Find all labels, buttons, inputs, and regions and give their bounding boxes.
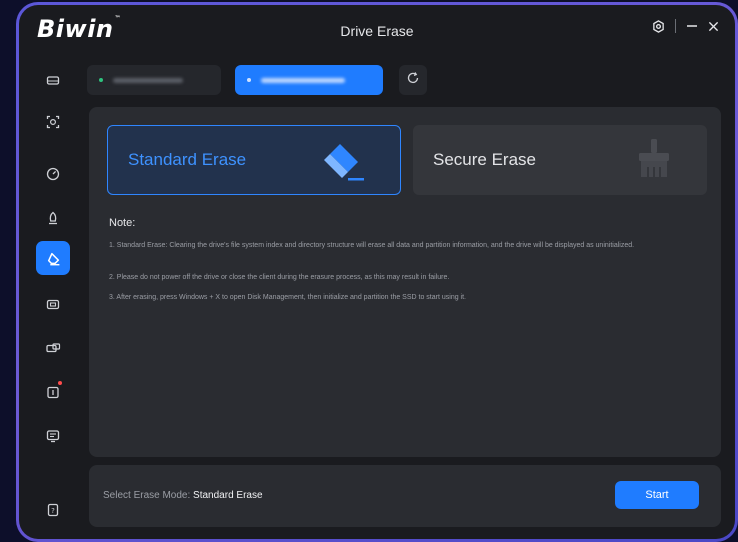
close-icon[interactable] (708, 21, 719, 32)
refresh-icon (406, 71, 420, 90)
sidebar-item-migrate[interactable] (36, 331, 70, 365)
sidebar-item-firmware[interactable] (36, 375, 70, 409)
erase-panel: Standard Erase Secure Erase Note: 1. Sta… (89, 107, 721, 457)
sidebar: ? (33, 63, 73, 525)
selected-mode-prefix: Select Erase Mode: (103, 490, 194, 501)
help-icon: ? (46, 503, 60, 517)
sidebar-item-monitor[interactable] (36, 419, 70, 453)
sidebar-item-help[interactable]: ? (36, 493, 70, 527)
window-title: Drive Erase (340, 23, 414, 39)
selected-mode-label: Select Erase Mode: Standard Erase (103, 490, 263, 501)
logo-trademark: ™ (114, 15, 122, 22)
controls-divider (675, 19, 676, 33)
monitor-icon (46, 429, 60, 443)
eraser-icon (318, 138, 370, 189)
note-line-1: 1. Standard Erase: Clearing the drive's … (109, 242, 635, 249)
svg-text:?: ? (51, 507, 55, 515)
title-bar: Biwin™ Drive Erase (19, 5, 735, 53)
action-bar: Select Erase Mode: Standard Erase Start (89, 465, 721, 527)
note-title: Note: (109, 217, 136, 229)
drive-name-blurred (261, 77, 345, 83)
clone-drive-icon (46, 297, 60, 311)
note-line-2: 2. Please do not power off the drive or … (109, 274, 450, 281)
drive-transfer-icon (45, 341, 61, 355)
scan-icon (46, 115, 60, 129)
drive-status-led (99, 78, 103, 82)
secure-erase-label: Secure Erase (433, 150, 536, 169)
standard-erase-card[interactable]: Standard Erase (107, 125, 401, 195)
drive-status-led (247, 78, 251, 82)
sidebar-item-clone[interactable] (36, 287, 70, 321)
sidebar-item-drive-erase[interactable] (36, 241, 70, 275)
sidebar-item-speed-test[interactable] (36, 157, 70, 191)
eraser-icon (46, 251, 61, 266)
drive-tab-2-selected[interactable] (235, 65, 383, 95)
window-frame: Biwin™ Drive Erase ? Standard Erase Secu… (16, 2, 738, 542)
minimize-icon[interactable] (686, 20, 698, 32)
secure-erase-card[interactable]: Secure Erase (413, 125, 707, 195)
drive-icon (46, 73, 60, 87)
app-window: Biwin™ Drive Erase ? Standard Erase Secu… (19, 5, 735, 539)
rocket-icon (46, 211, 60, 225)
speedometer-icon (46, 167, 60, 181)
firmware-icon (46, 385, 60, 399)
sidebar-item-optimize[interactable] (36, 201, 70, 235)
drive-name-blurred (113, 77, 183, 83)
note-line-3: 3. After erasing, press Windows + X to o… (109, 294, 466, 301)
selected-mode-value: Standard Erase (193, 490, 263, 501)
sidebar-item-scan[interactable] (36, 105, 70, 139)
refresh-button[interactable] (399, 65, 427, 95)
standard-erase-label: Standard Erase (128, 150, 247, 169)
drive-tab-1[interactable] (87, 65, 221, 95)
broom-icon (631, 137, 677, 188)
update-badge (58, 381, 62, 385)
window-controls (652, 19, 719, 33)
sidebar-item-drive-info[interactable] (36, 63, 70, 97)
settings-gear-icon[interactable] (652, 19, 665, 33)
start-button[interactable]: Start (615, 481, 699, 509)
